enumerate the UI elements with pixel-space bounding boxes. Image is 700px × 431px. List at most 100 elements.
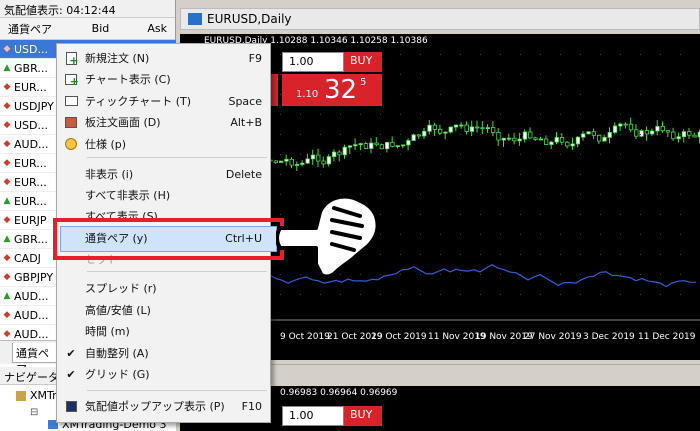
- grid-dot: [280, 74, 281, 75]
- grid-dot: [400, 114, 401, 115]
- navigator-tree-line: ⊟: [30, 407, 39, 418]
- grid-dot: [520, 154, 521, 155]
- candle-body: [443, 131, 448, 134]
- menu-item[interactable]: すべて非表示 (H): [57, 185, 270, 205]
- down-diamond-icon: ◆: [3, 139, 11, 149]
- grid-dot: [480, 74, 481, 75]
- grid-dot: [600, 154, 601, 155]
- grid-dot: [280, 174, 281, 175]
- volume-field-second[interactable]: 1.00: [282, 406, 344, 426]
- grid-dot: [680, 54, 681, 55]
- menu-item[interactable]: ティックチャート (T) Space: [57, 91, 270, 111]
- grid-dot: [600, 54, 601, 55]
- grid-dot: [480, 134, 481, 135]
- grid-dot: [300, 134, 301, 135]
- grid-dot: [600, 274, 601, 275]
- candle-body: [586, 131, 591, 135]
- grid-dot: [480, 254, 481, 255]
- candle-body: [665, 130, 671, 133]
- grid-dot: [420, 254, 421, 255]
- grid-dot: [660, 114, 661, 115]
- grid-dot: [500, 94, 501, 95]
- menu-item[interactable]: ✔ 自動整列 (A): [57, 343, 270, 363]
- volume-field[interactable]: 1.00: [282, 52, 344, 72]
- grid-dot: [660, 94, 661, 95]
- menu-item[interactable]: + チャート表示 (C): [57, 69, 270, 89]
- tab-symbols[interactable]: 通貨ペア: [12, 343, 58, 376]
- grid-dot: [480, 114, 481, 115]
- grid-dot: [540, 154, 541, 155]
- grid-dot: [560, 174, 561, 175]
- grid-dot: [520, 134, 521, 135]
- buy-button[interactable]: BUY: [344, 52, 382, 72]
- candle-body: [538, 138, 544, 141]
- popup-prices-icon: [57, 400, 85, 412]
- grid-dot: [400, 294, 401, 295]
- candle-body: [490, 127, 496, 133]
- grid-dot: [560, 274, 561, 275]
- grid-dot: [660, 294, 661, 295]
- menu-item[interactable]: 仕様 (p): [57, 134, 270, 154]
- chart-window-title[interactable]: EURUSD,Daily: [180, 8, 700, 30]
- buy-button-second[interactable]: BUY: [344, 406, 382, 426]
- grid-dot: [400, 194, 401, 195]
- buy-price-box[interactable]: 1.10 32 5: [282, 74, 382, 106]
- candle-body: [374, 142, 379, 146]
- grid-dot: [580, 254, 581, 255]
- candle-body: [543, 138, 549, 145]
- candle-body: [565, 141, 570, 147]
- menu-item[interactable]: 高値/安値 (L): [57, 300, 270, 320]
- grid-dot: [360, 154, 361, 155]
- candle-body: [660, 126, 665, 132]
- menu-item[interactable]: スプレッド (r): [57, 278, 270, 298]
- grid-dot: [620, 214, 621, 215]
- column-bid[interactable]: Bid: [60, 22, 124, 35]
- down-diamond-icon: ◆: [3, 215, 11, 225]
- grid-dot: [580, 114, 581, 115]
- grid-dot: [380, 114, 381, 115]
- grid-dot: [320, 134, 321, 135]
- grid-dot: [640, 154, 641, 155]
- menu-separator: [87, 271, 267, 272]
- grid-dot: [520, 194, 521, 195]
- candle-body: [517, 138, 522, 142]
- grid-dot: [640, 234, 641, 235]
- grid-dot: [660, 234, 661, 235]
- menu-separator: [87, 157, 267, 158]
- column-symbol[interactable]: 通貨ペア: [0, 21, 60, 37]
- grid-dot: [480, 274, 481, 275]
- grid-dot: [680, 114, 681, 115]
- grid-dot: [640, 94, 641, 95]
- grid-dot: [320, 114, 321, 115]
- candle-body: [289, 158, 294, 166]
- grid-dot: [620, 254, 621, 255]
- grid-dot: [500, 254, 501, 255]
- menu-item[interactable]: 時間 (m): [57, 321, 270, 341]
- candle-body: [475, 126, 480, 129]
- grid-dot: [440, 134, 441, 135]
- menu-item[interactable]: + 新規注文 (N) F9: [57, 48, 270, 68]
- candle-body: [607, 132, 612, 138]
- menu-item[interactable]: 非表示 (i) Delete: [57, 164, 270, 184]
- buy-price-small: 1.10: [296, 89, 319, 100]
- candle-body: [459, 124, 464, 127]
- grid-dot: [500, 174, 501, 175]
- grid-dot: [540, 74, 541, 75]
- grid-dot: [640, 274, 641, 275]
- grid-dot: [680, 234, 681, 235]
- grid-dot: [540, 294, 541, 295]
- menu-item[interactable]: ✔ グリッド (G): [57, 364, 270, 384]
- menu-item[interactable]: 気配値ポップアップ表示 (P) F10: [57, 396, 270, 416]
- menu-item-label: 板注文画面 (D): [85, 116, 161, 129]
- candle-body: [342, 146, 347, 156]
- menu-item-shortcut: Space: [228, 94, 262, 108]
- column-ask[interactable]: Ask: [123, 22, 175, 35]
- navigator-item-root[interactable]: XMTr: [16, 389, 57, 402]
- menu-item[interactable]: 板注文画面 (D) Alt+B: [57, 112, 270, 132]
- grid-dot: [420, 114, 421, 115]
- up-arrow-icon: ▲: [3, 234, 11, 244]
- candle-body: [284, 158, 289, 162]
- grid-dot: [520, 234, 521, 235]
- menu-item-label: 高値/安値 (L): [85, 304, 151, 317]
- symbol-name: GBR...: [14, 61, 48, 75]
